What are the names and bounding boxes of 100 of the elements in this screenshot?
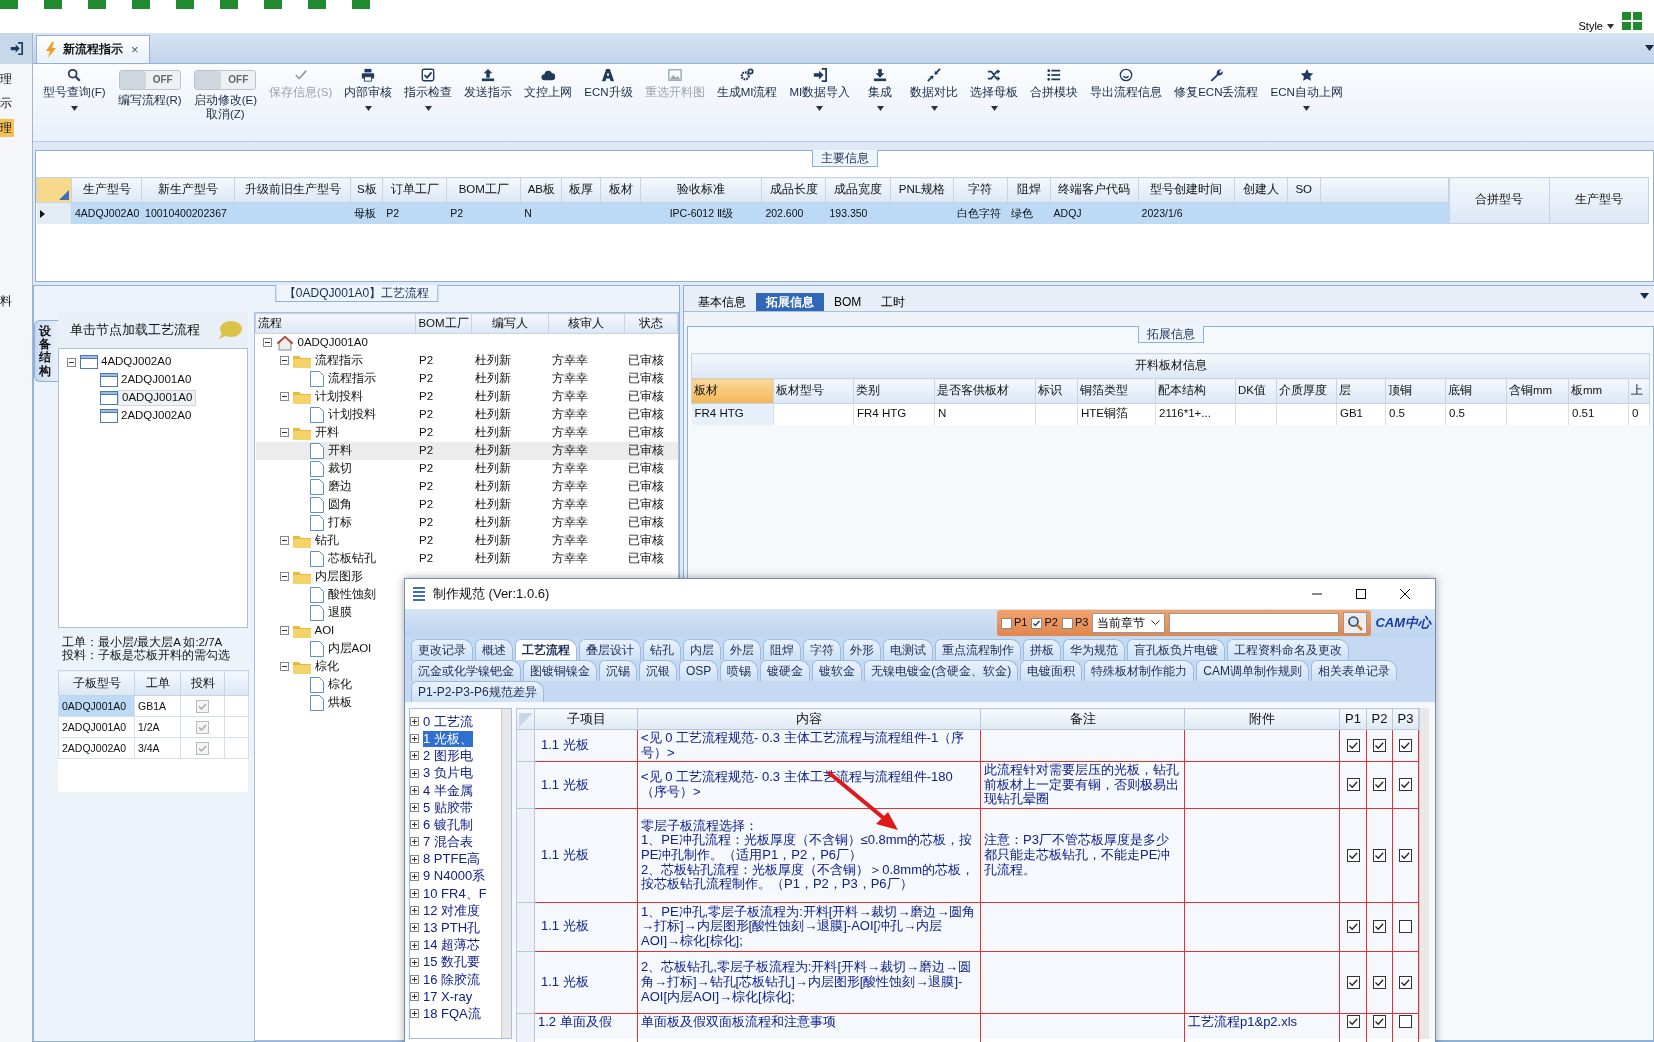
tab[interactable]: 沉金或化学镍钯金 xyxy=(411,660,521,681)
tree-node[interactable]: 8 PTFE高 xyxy=(423,851,481,867)
tab[interactable]: 相关表单记录 xyxy=(1311,660,1397,681)
tab[interactable]: P1-P2-P3-P6规范差异 xyxy=(411,681,544,702)
ribbon-button[interactable]: 选择母板 xyxy=(964,66,1025,113)
tab[interactable]: 盲孔板负片电镀 xyxy=(1127,639,1225,660)
tree-node[interactable]: 14 超薄芯 xyxy=(423,937,481,953)
tree-node[interactable]: 内层图形 xyxy=(314,569,363,584)
column-header[interactable]: BOM工厂 xyxy=(446,177,521,203)
checkbox[interactable] xyxy=(1373,778,1386,792)
ribbon-button[interactable]: 生成MI流程 xyxy=(710,66,784,102)
tree-node[interactable]: 内层AOI xyxy=(327,641,372,656)
tab[interactable]: CAM调单制作规则 xyxy=(1196,660,1309,681)
column-header[interactable]: 流程 xyxy=(255,313,416,334)
tree-node[interactable]: 6 镀孔制 xyxy=(423,816,473,833)
column-header[interactable]: 核审人 xyxy=(548,313,625,334)
ribbon-button[interactable]: 修复ECN丢流程 xyxy=(1168,66,1265,102)
column-header[interactable]: 订单工厂 xyxy=(382,177,447,203)
windows-grid-icon[interactable] xyxy=(1622,12,1642,30)
expand-icon[interactable] xyxy=(410,1009,419,1019)
checkbox[interactable]: P2 xyxy=(1031,616,1058,630)
tree-node[interactable]: 流程指示 xyxy=(327,371,376,386)
tree-node[interactable]: 1 光板、 xyxy=(423,731,473,747)
expand-icon[interactable] xyxy=(410,974,419,984)
collapse-icon[interactable] xyxy=(279,536,289,545)
column-header[interactable]: 终端客户代码 xyxy=(1050,177,1139,203)
checkbox[interactable] xyxy=(1399,778,1412,792)
checkbox[interactable] xyxy=(196,741,209,755)
tab[interactable]: 工时 xyxy=(871,292,916,311)
tab[interactable]: 更改记录 xyxy=(411,639,473,660)
caret-icon[interactable] xyxy=(1640,293,1650,300)
checkbox[interactable] xyxy=(1399,920,1412,934)
column-header[interactable]: 编写人 xyxy=(471,313,549,334)
tree-node[interactable]: 0 工艺流 xyxy=(423,713,473,730)
tab[interactable]: 拼板 xyxy=(1023,639,1061,660)
column-header[interactable]: 子板型号 xyxy=(58,670,135,696)
checkbox[interactable] xyxy=(1373,920,1386,934)
expand-icon[interactable] xyxy=(410,871,419,881)
expand-icon[interactable] xyxy=(410,906,419,916)
tab[interactable]: 镀硬金 xyxy=(760,660,811,681)
side-tab[interactable]: 示 xyxy=(0,94,14,113)
scrollbar[interactable] xyxy=(1419,708,1429,1039)
ribbon-button[interactable]: MI数据导入 xyxy=(783,66,857,113)
style-dropdown[interactable]: Style xyxy=(1578,20,1614,34)
tab[interactable]: 概述 xyxy=(475,639,513,660)
vertical-tab[interactable]: 设备结构 xyxy=(34,320,58,382)
expand-icon[interactable] xyxy=(410,888,419,898)
checkbox[interactable] xyxy=(1346,920,1360,934)
column-header[interactable]: 合拼型号 xyxy=(1449,177,1549,223)
column-header[interactable]: 生产型号 xyxy=(1549,177,1649,223)
tree-node[interactable]: 7 混合表 xyxy=(423,834,473,850)
tree-node[interactable]: 17 X-ray xyxy=(423,988,473,1005)
caret-icon[interactable] xyxy=(1645,45,1654,52)
tree-node[interactable]: 芯板钻孔 xyxy=(327,551,376,566)
column-header[interactable]: 型号创建时间 xyxy=(1138,177,1235,203)
tab[interactable]: 基本信息 xyxy=(688,292,756,311)
checkbox[interactable] xyxy=(1373,848,1386,862)
tree-node[interactable]: 12 对准度 xyxy=(423,902,481,919)
checkbox[interactable] xyxy=(1399,1014,1412,1028)
tree-node[interactable]: 酸性蚀刻 xyxy=(327,587,376,602)
column-header[interactable]: 是否客供板材 xyxy=(934,378,1036,404)
column-header[interactable]: 附件 xyxy=(1184,708,1340,730)
column-header[interactable]: 备注 xyxy=(980,708,1185,730)
expand-icon[interactable] xyxy=(410,751,419,761)
tree-node[interactable]: 钻孔 xyxy=(314,533,339,548)
expand-icon[interactable] xyxy=(410,803,419,813)
column-header[interactable]: 板材 xyxy=(691,378,774,404)
table-cell[interactable]: 2ADQJ002A0 xyxy=(58,737,135,759)
tree-node[interactable]: 4ADQJ002A0 xyxy=(98,355,175,369)
expand-icon[interactable] xyxy=(410,837,419,847)
checkbox[interactable] xyxy=(1346,848,1360,862)
expand-icon[interactable] xyxy=(410,957,419,967)
tree-node[interactable]: AOI xyxy=(314,623,335,638)
expand-icon[interactable] xyxy=(410,734,419,744)
tree-node[interactable]: 棕化 xyxy=(314,659,339,674)
tab[interactable]: 沉银 xyxy=(639,660,677,681)
column-header[interactable]: 投料 xyxy=(180,670,225,696)
collapse-icon[interactable] xyxy=(279,662,289,671)
tree-node[interactable]: 18 FQA流 xyxy=(423,1006,481,1022)
ribbon-button[interactable]: 数据对比 xyxy=(904,66,965,113)
tab[interactable]: BOM xyxy=(824,292,872,311)
tab[interactable]: OSP xyxy=(679,660,719,681)
column-header[interactable]: 类别 xyxy=(853,378,935,404)
column-header[interactable]: P3 xyxy=(1392,708,1419,730)
tab[interactable]: 电镀面积 xyxy=(1020,660,1083,681)
ribbon-button[interactable]: 发送指示 xyxy=(458,66,519,102)
scrollbar[interactable] xyxy=(501,709,511,1038)
checkbox[interactable] xyxy=(1373,975,1386,989)
tab[interactable]: 工艺流程 xyxy=(515,639,577,660)
tab[interactable]: 钻孔 xyxy=(643,639,681,660)
search-field[interactable] xyxy=(1169,613,1340,633)
checkbox[interactable] xyxy=(1399,975,1412,989)
tree-node[interactable]: 圆角 xyxy=(327,497,352,512)
expand-icon[interactable] xyxy=(410,923,419,933)
expand-icon[interactable] xyxy=(410,820,419,830)
collapse-icon[interactable] xyxy=(279,392,289,401)
ribbon-button[interactable]: 合拼模块 xyxy=(1024,66,1085,102)
tab[interactable]: 字符 xyxy=(803,639,841,660)
column-header[interactable]: 验收标准 xyxy=(640,177,762,203)
column-header[interactable]: 生产型号 xyxy=(71,177,142,203)
